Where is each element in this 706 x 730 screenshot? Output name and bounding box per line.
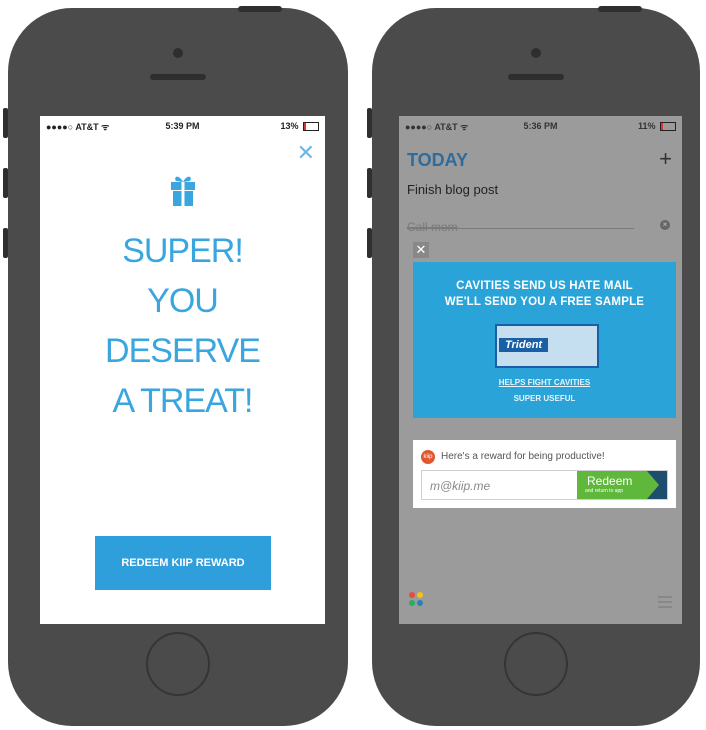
- power-button: [238, 6, 282, 12]
- ad-headline-line-2: WE'LL SEND YOU A FREE SAMPLE: [444, 296, 645, 308]
- logo-dot: [409, 600, 415, 606]
- earpiece-speaker: [508, 74, 564, 80]
- page-title: TODAY: [407, 150, 469, 170]
- menu-icon[interactable]: [658, 596, 672, 608]
- home-button[interactable]: [504, 632, 568, 696]
- right-screen: ●●●●○ AT&T ᯤ 5:36 PM 11% TODAY + Finish …: [399, 116, 682, 624]
- kiip-logo-icon: kiip: [421, 450, 435, 464]
- status-bar: ●●●●○ AT&T ᯤ 5:36 PM 11%: [399, 116, 682, 136]
- delete-task-icon[interactable]: ×: [660, 220, 670, 230]
- email-value: m@kiip.me: [430, 479, 491, 493]
- volume-down-button: [3, 228, 8, 258]
- logo-dot: [417, 600, 423, 606]
- battery-percent: 13%: [280, 120, 299, 131]
- app-logo-icon[interactable]: [409, 592, 423, 606]
- clock-time: 5:36 PM: [523, 121, 558, 131]
- redeem-button[interactable]: Redeem and return to app: [577, 471, 667, 499]
- trident-product-image: Trident: [495, 324, 599, 368]
- email-field[interactable]: m@kiip.me Redeem and return to app: [421, 470, 668, 500]
- home-button[interactable]: [146, 632, 210, 696]
- ad-tagline-1: HELPS FIGHT CAVITIES: [498, 378, 591, 387]
- volume-up-button: [3, 168, 8, 198]
- menu-line: [658, 606, 672, 608]
- volume-down-button: [367, 228, 372, 258]
- strikethrough-divider: [407, 228, 634, 229]
- trident-ad-banner[interactable]: CAVITIES SEND US HATE MAIL WE'LL SEND YO…: [413, 262, 676, 418]
- task-item[interactable]: Finish blog post: [407, 182, 498, 197]
- battery-icon: [660, 122, 676, 132]
- trident-logo: Trident: [499, 338, 549, 352]
- menu-line: [658, 596, 672, 598]
- left-phone-frame: ●●●●○ AT&T ᯤ 5:39 PM 13% ✕ SUPER! YOU DE…: [3, 6, 348, 726]
- battery-percent: 11%: [637, 120, 656, 131]
- status-bar: ●●●●○ AT&T ᯤ 5:39 PM 13%: [40, 116, 325, 136]
- carrier-label: ●●●●○ AT&T ᯤ: [405, 121, 469, 132]
- ad-close-button[interactable]: ✕: [413, 242, 429, 258]
- headline-line: SUPER!: [122, 232, 244, 270]
- front-camera: [173, 48, 183, 58]
- volume-up-button: [367, 168, 372, 198]
- redeem-kiip-reward-button[interactable]: REDEEM KIIP REWARD: [95, 536, 271, 590]
- left-screen: ●●●●○ AT&T ᯤ 5:39 PM 13% ✕ SUPER! YOU DE…: [40, 116, 325, 624]
- mute-switch: [367, 108, 372, 138]
- headline-line: YOU: [147, 282, 219, 320]
- power-button: [598, 6, 642, 12]
- earpiece-speaker: [150, 74, 206, 80]
- reward-headline: SUPER! YOU DESERVE A TREAT!: [40, 226, 325, 426]
- redeem-sublabel: and return to app: [585, 488, 624, 494]
- battery-status: 11%: [541, 120, 676, 132]
- front-camera: [531, 48, 541, 58]
- task-item-completed[interactable]: Call mom: [407, 220, 458, 234]
- arrow-right-icon: [647, 471, 667, 499]
- close-button[interactable]: ✕: [297, 142, 315, 164]
- ad-headline: CAVITIES SEND US HATE MAIL WE'LL SEND YO…: [413, 278, 676, 310]
- mute-switch: [3, 108, 8, 138]
- kiip-reward-card: kiip Here's a reward for being productiv…: [413, 440, 676, 508]
- add-task-button[interactable]: +: [659, 146, 672, 172]
- ad-tagline-2: SUPER USEFUL: [513, 394, 576, 403]
- carrier-label: ●●●●○ AT&T ᯤ: [46, 121, 110, 132]
- logo-dot: [409, 592, 415, 598]
- headline-line: A TREAT!: [112, 382, 253, 420]
- menu-line: [658, 601, 672, 603]
- clock-time: 5:39 PM: [165, 121, 200, 131]
- ad-headline-line-1: CAVITIES SEND US HATE MAIL: [456, 280, 633, 292]
- logo-dot: [417, 592, 423, 598]
- redeem-label: Redeem: [587, 474, 633, 488]
- right-phone-frame: ●●●●○ AT&T ᯤ 5:36 PM 11% TODAY + Finish …: [367, 6, 700, 726]
- battery-status: 13%: [183, 120, 319, 132]
- reward-message: Here's a reward for being productive!: [441, 451, 605, 462]
- headline-line: DESERVE: [105, 332, 261, 370]
- gift-icon: [169, 174, 197, 213]
- battery-icon: [303, 122, 319, 132]
